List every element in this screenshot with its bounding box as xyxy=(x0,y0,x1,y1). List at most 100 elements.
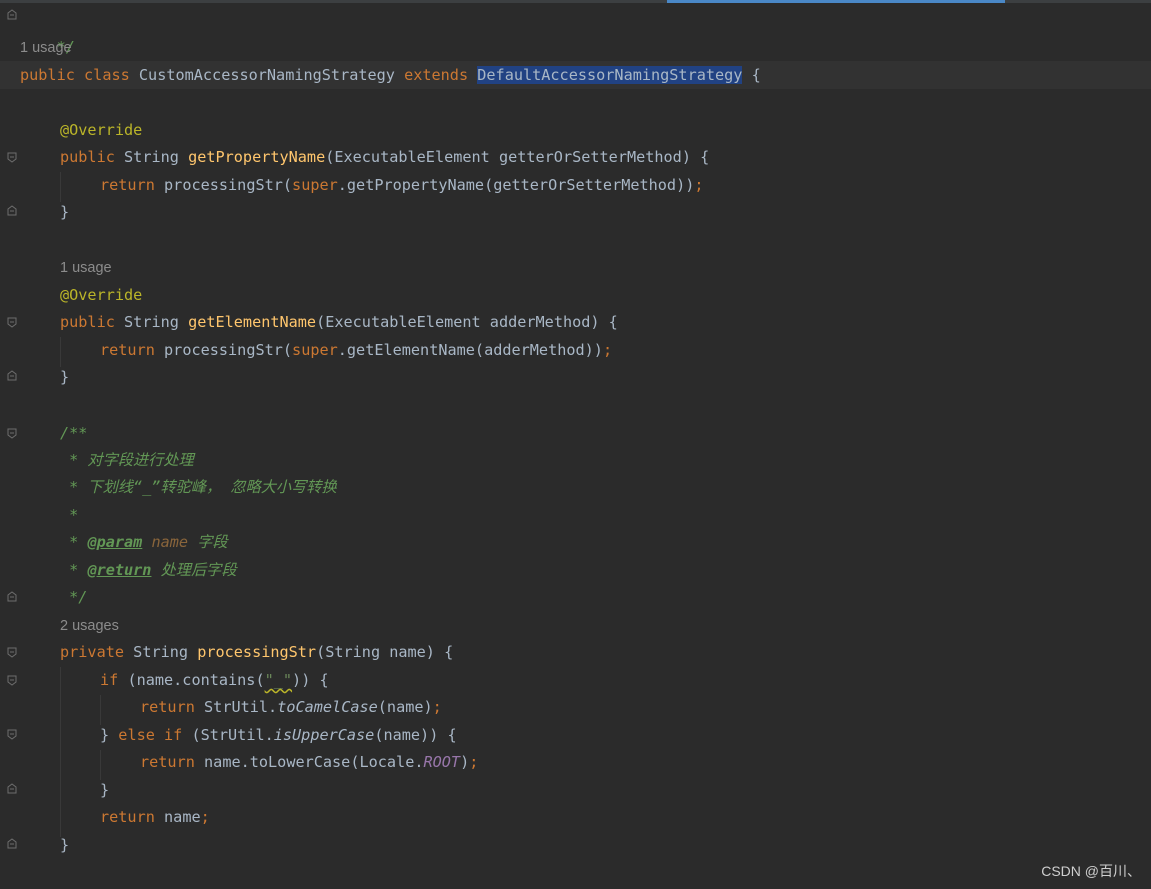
fold-start-icon[interactable] xyxy=(7,647,17,658)
scrollbar-thumb[interactable] xyxy=(667,0,1005,3)
keyword: private xyxy=(60,643,125,661)
expr: ) xyxy=(460,753,470,771)
code-line-return[interactable]: return name; xyxy=(100,804,210,831)
fold-end-icon[interactable] xyxy=(7,370,17,381)
selected-parent-class[interactable]: DefaultAccessorNamingStrategy xyxy=(477,66,743,84)
type: String xyxy=(133,643,189,661)
javadoc-star: * xyxy=(60,561,88,579)
javadoc-line[interactable]: * 对字段进行处理 xyxy=(60,447,194,474)
class-name: CustomAccessorNamingStrategy xyxy=(138,66,395,84)
code-line-return[interactable]: return processingStr(super.getElementNam… xyxy=(100,337,612,364)
javadoc-param-tag: @param xyxy=(87,533,143,551)
expr: processingStr( xyxy=(164,341,293,359)
keyword: public xyxy=(60,148,115,166)
keyword: public xyxy=(60,313,115,331)
keyword: return xyxy=(100,808,155,826)
fold-start-icon[interactable] xyxy=(7,729,17,740)
code-line-return[interactable]: return processingStr(super.getPropertyNa… xyxy=(100,172,704,199)
javadoc-param-name: name xyxy=(151,533,189,551)
javadoc-param-desc: 字段 xyxy=(188,533,228,551)
params: (String name) { xyxy=(316,643,454,661)
javadoc-line[interactable]: /** xyxy=(60,420,87,447)
expr: (StrUtil. xyxy=(182,726,274,744)
horizontal-scrollbar[interactable] xyxy=(0,0,1151,3)
fold-end-icon[interactable] xyxy=(7,9,17,20)
semicolon: ; xyxy=(432,698,442,716)
fold-start-icon[interactable] xyxy=(7,428,17,439)
keyword: return xyxy=(140,698,195,716)
usage-hint[interactable]: 1 usage xyxy=(20,36,72,60)
javadoc-close: */ xyxy=(60,588,88,606)
brace: { xyxy=(751,66,761,84)
fold-end-icon[interactable] xyxy=(7,783,17,794)
fold-start-icon[interactable] xyxy=(7,152,17,163)
annotation: @Override xyxy=(60,121,143,139)
javadoc-star: * xyxy=(60,533,88,551)
keyword: return xyxy=(100,341,155,359)
expr: .getElementName(adderMethod)) xyxy=(337,341,603,359)
fold-start-icon[interactable] xyxy=(7,675,17,686)
code-line-return[interactable]: return name.toLowerCase(Locale.ROOT); xyxy=(140,749,478,776)
fold-end-icon[interactable] xyxy=(7,591,17,602)
code-line-method-signature[interactable]: public String getPropertyName(Executable… xyxy=(60,144,709,171)
javadoc-return-tag: @return xyxy=(87,561,152,579)
expr: )) { xyxy=(292,671,329,689)
keyword: return xyxy=(140,753,195,771)
keyword: else if xyxy=(118,726,183,744)
keyword: public xyxy=(20,66,75,84)
annotation: @Override xyxy=(60,286,143,304)
code-line-if[interactable]: if (name.contains("_")) { xyxy=(100,667,329,694)
javadoc-line[interactable]: * 下划线“_”转驼峰， 忽略大小写转换 xyxy=(60,474,337,501)
constant: ROOT xyxy=(423,753,461,771)
type: String xyxy=(124,148,179,166)
indent-guide xyxy=(60,337,61,367)
code-line-annotation[interactable]: @Override xyxy=(60,282,142,309)
method-name: processingStr xyxy=(197,643,317,661)
fold-end-icon[interactable] xyxy=(7,205,17,216)
expr: (name.contains( xyxy=(118,671,265,689)
params: (ExecutableElement getterOrSetterMethod)… xyxy=(325,148,710,166)
brace: } xyxy=(60,368,70,386)
code-line-return[interactable]: return StrUtil.toCamelCase(name); xyxy=(140,694,442,721)
expr: (name)) { xyxy=(374,726,457,744)
static-method: isUpperCase xyxy=(273,726,375,744)
code-line-annotation[interactable]: @Override xyxy=(60,117,142,144)
javadoc-text: * 下划线“_”转驼峰， 忽略大小写转换 xyxy=(60,478,337,496)
code-line-close[interactable]: } xyxy=(60,199,69,226)
code-line-class-declaration[interactable]: public class CustomAccessorNamingStrateg… xyxy=(20,62,761,89)
method-name: getElementName xyxy=(188,313,317,331)
javadoc-line-return[interactable]: * @return 处理后字段 xyxy=(60,557,237,584)
code-editor[interactable]: */ 1 usage public class CustomAccessorNa… xyxy=(0,0,1151,889)
code-line[interactable]: */ xyxy=(20,7,75,56)
code-line-else-if[interactable]: } else if (StrUtil.isUpperCase(name)) { xyxy=(100,722,457,749)
keyword: extends xyxy=(404,66,469,84)
javadoc-open: /** xyxy=(60,424,88,442)
javadoc-line[interactable]: * xyxy=(60,502,78,529)
expr: name xyxy=(164,808,201,826)
keyword: super xyxy=(292,176,338,194)
javadoc-line-param[interactable]: * @param name 字段 xyxy=(60,529,228,556)
code-line-close[interactable]: } xyxy=(60,832,69,859)
indent-guide xyxy=(60,667,61,837)
javadoc-line[interactable]: */ xyxy=(60,584,87,611)
string-literal: "_" xyxy=(264,671,293,689)
type: String xyxy=(124,313,179,331)
code-line-method-signature[interactable]: private String processingStr(String name… xyxy=(60,639,453,666)
fold-end-icon[interactable] xyxy=(7,838,17,849)
indent-guide xyxy=(60,172,61,202)
expr: name.toLowerCase(Locale. xyxy=(204,753,424,771)
usage-hint[interactable]: 2 usages xyxy=(60,614,119,638)
usage-hint[interactable]: 1 usage xyxy=(60,256,112,280)
keyword: super xyxy=(292,341,338,359)
static-method: toCamelCase xyxy=(277,698,378,716)
code-line-close[interactable]: } xyxy=(100,777,109,804)
fold-start-icon[interactable] xyxy=(7,317,17,328)
semicolon: ; xyxy=(694,176,704,194)
method-name: getPropertyName xyxy=(188,148,326,166)
code-line-close[interactable]: } xyxy=(60,364,69,391)
params: (ExecutableElement adderMethod) { xyxy=(316,313,618,331)
javadoc-text: * 对字段进行处理 xyxy=(60,451,194,469)
javadoc-return-desc: 处理后字段 xyxy=(151,561,237,579)
code-line-method-signature[interactable]: public String getElementName(ExecutableE… xyxy=(60,309,618,336)
expr: StrUtil. xyxy=(204,698,278,716)
